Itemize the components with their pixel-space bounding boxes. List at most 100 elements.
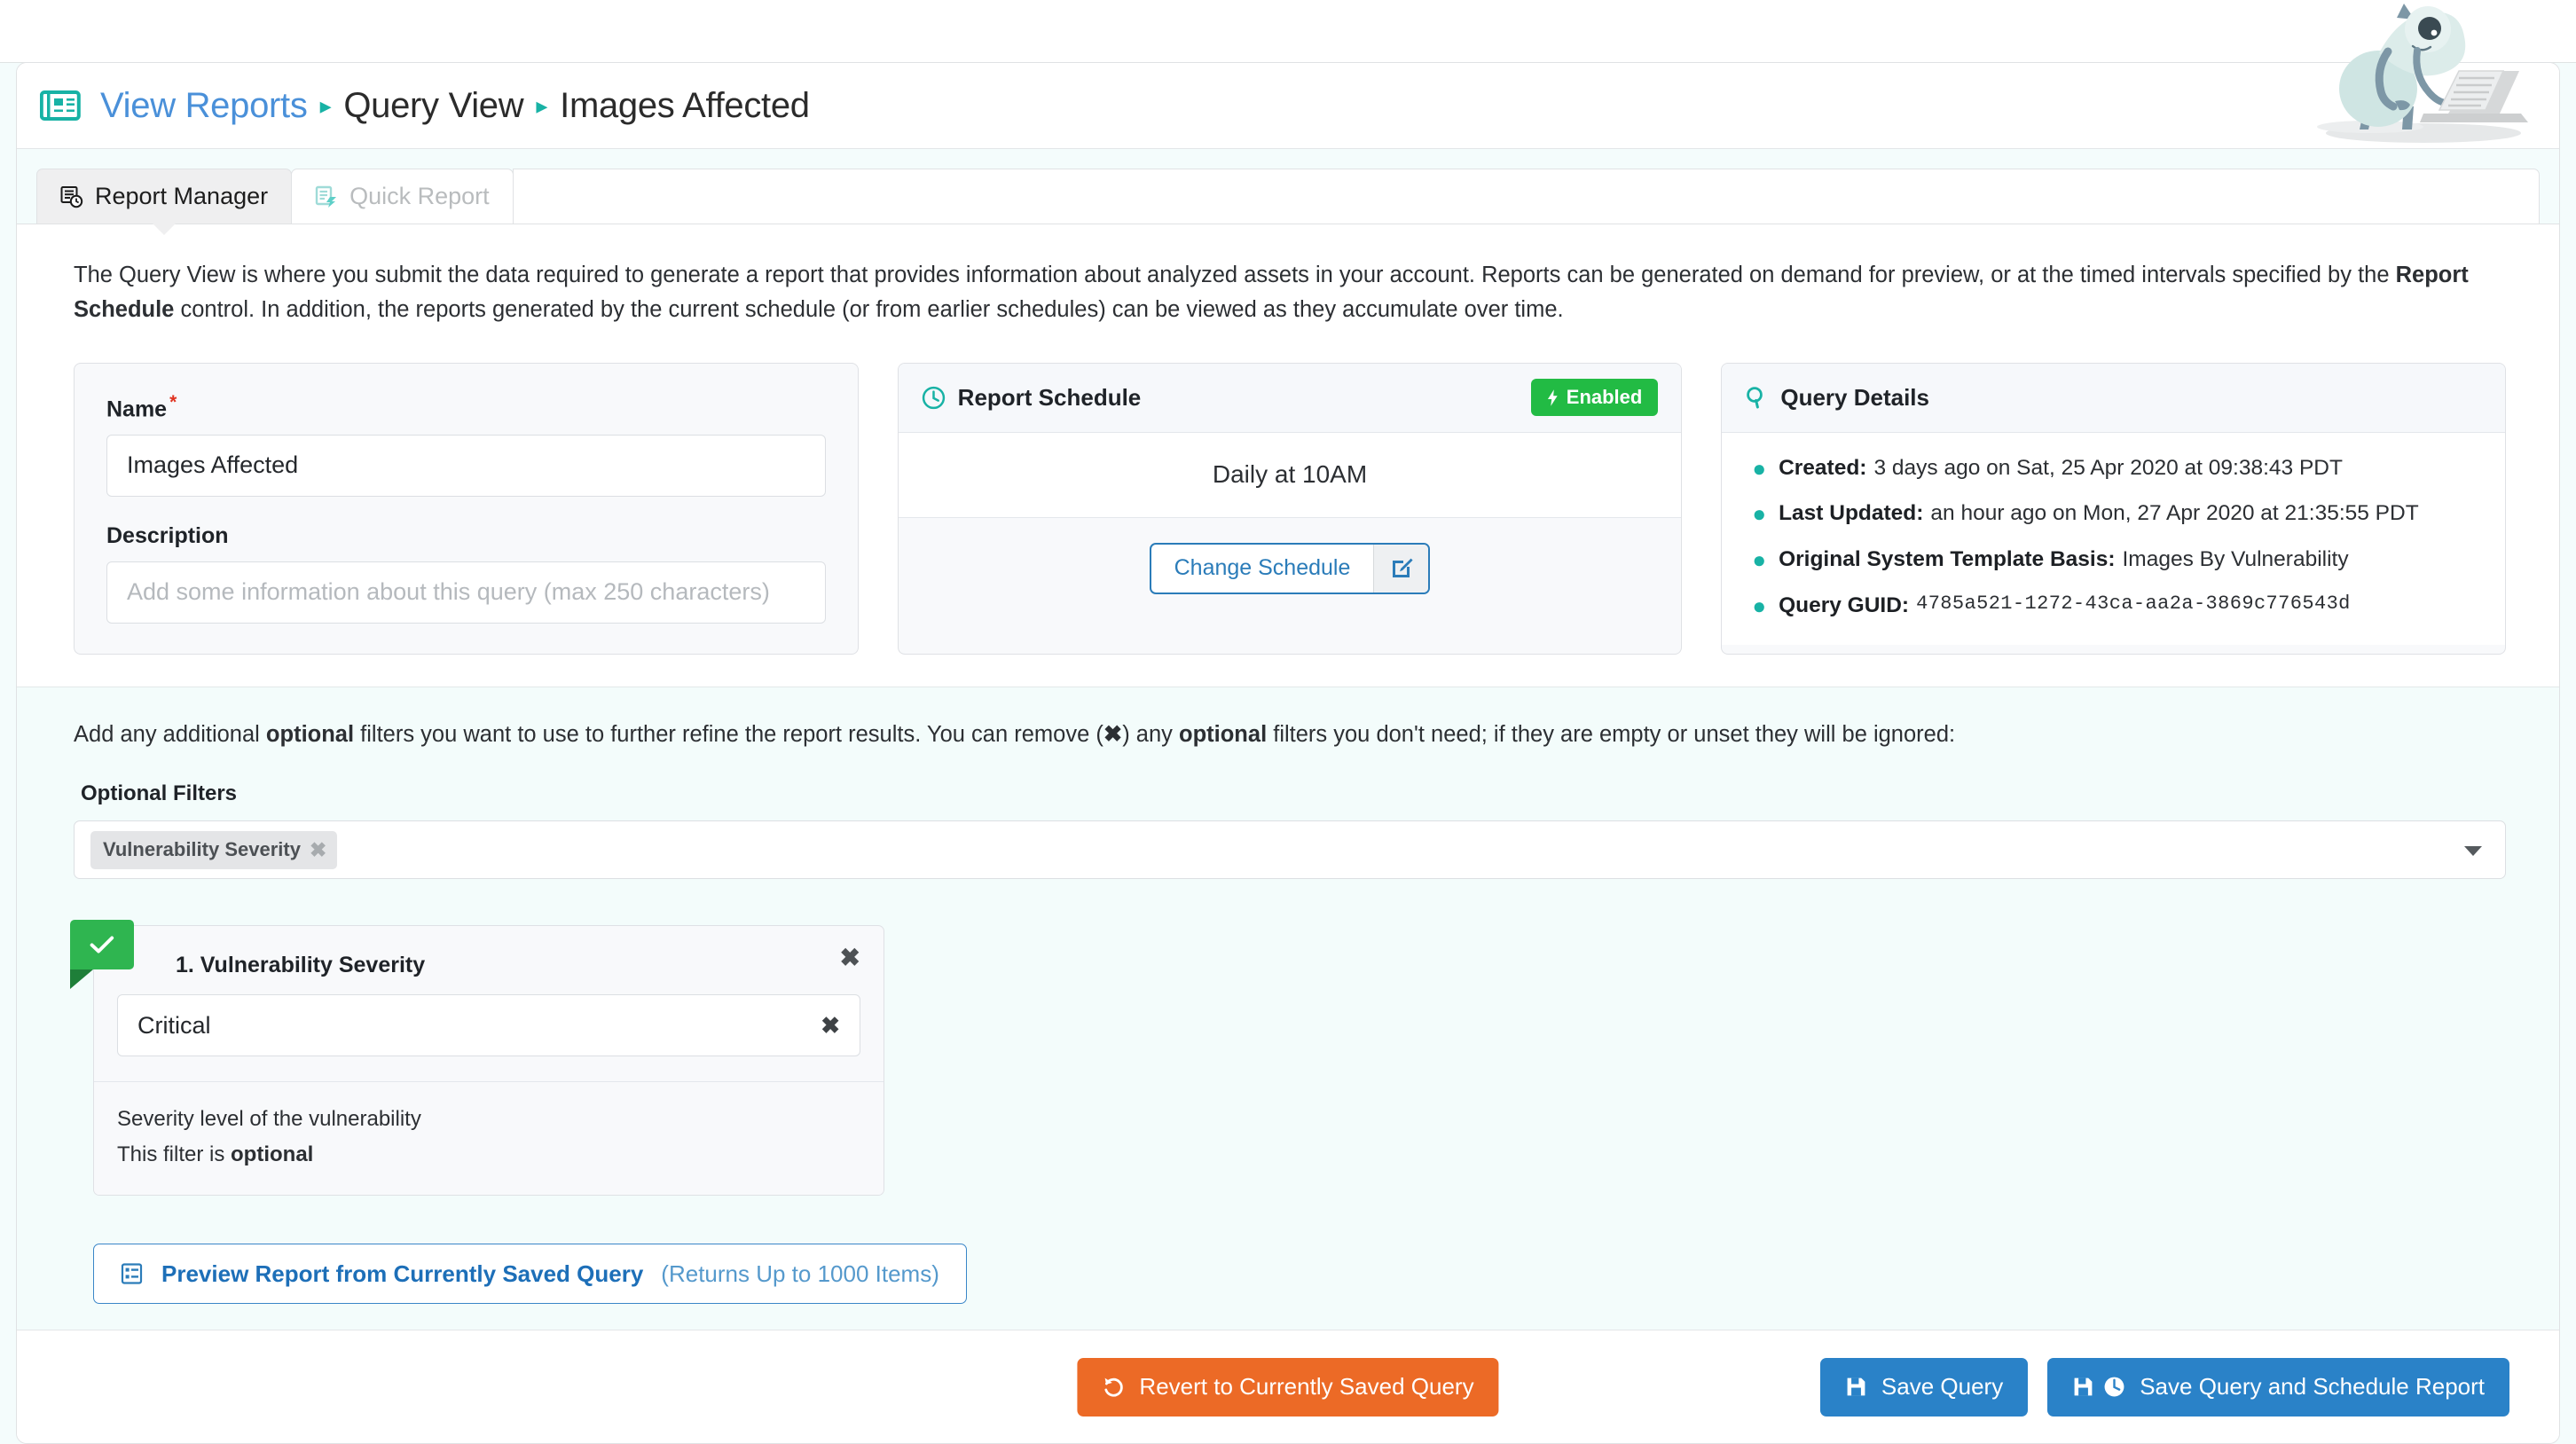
clear-icon[interactable]: ✖ (821, 1012, 840, 1040)
detail-value: Images By Vulnerability (2122, 547, 2349, 572)
optional-filters-section: Add any additional optional filters you … (17, 686, 2559, 1350)
tab-bar: Report Manager Quick Report (17, 149, 2559, 235)
bullet-icon: ● (1752, 454, 1767, 482)
preview-button-wrapper: Preview Report from Currently Saved Quer… (74, 1244, 2506, 1305)
status-badge-label: Enabled (1566, 386, 1643, 408)
bullet-icon: ● (1752, 546, 1767, 574)
filter-optional-word: optional (231, 1142, 314, 1166)
breadcrumb-view-reports[interactable]: View Reports (100, 86, 308, 126)
bullet-icon: ● (1752, 500, 1767, 528)
query-details-list: ● Created: 3 days ago on Sat, 25 Apr 202… (1722, 432, 2506, 645)
filters-intro-2: filters you want to use to further refin… (354, 721, 1103, 747)
detail-key: Created: (1779, 455, 1867, 480)
report-schedule-title: Report Schedule (957, 383, 1142, 411)
undo-icon (1102, 1376, 1125, 1399)
active-tab-caret (153, 224, 177, 235)
status-badge[interactable]: Enabled (1530, 379, 1659, 416)
filters-intro-bold-2: optional (1179, 721, 1268, 747)
report-schedule-card: Report Schedule Enabled Daily at 10AM Ch… (897, 362, 1683, 655)
chevron-down-icon[interactable] (2464, 846, 2482, 857)
edit-pencil-icon[interactable] (1373, 544, 1429, 593)
breadcrumb-query-view[interactable]: Query View (343, 86, 523, 126)
tab-quick-report-label: Quick Report (349, 183, 490, 209)
search-icon (1745, 386, 1768, 409)
cards-row: Name* Description Report Schedule (17, 342, 2559, 687)
detail-item-template-basis: ● Original System Template Basis: Images… (1752, 545, 2478, 574)
detail-value: 3 days ago on Sat, 25 Apr 2020 at 09:38:… (1873, 455, 2343, 480)
save-icon (1845, 1376, 1867, 1398)
breadcrumb-separator-2: ▸ (536, 92, 548, 119)
chip-remove-icon[interactable]: ✖ (310, 838, 326, 862)
filter-card-vulnerability-severity: 1. Vulnerability Severity ✖ Critical ✖ S… (93, 925, 884, 1197)
name-card: Name* Description (74, 362, 859, 655)
query-details-card: Query Details ● Created: 3 days ago on S… (1721, 362, 2507, 655)
description-input[interactable] (106, 561, 826, 624)
breadcrumb-bar: View Reports ▸ Query View ▸ Images Affec… (17, 63, 2559, 149)
intro-text-1: The Query View is where you submit the d… (74, 263, 2396, 287)
filters-remove-x-icon: ✖ (1103, 721, 1123, 747)
detail-item-created: ● Created: 3 days ago on Sat, 25 Apr 202… (1752, 454, 2478, 483)
name-label: Name * (106, 392, 826, 422)
breadcrumb-current: Images Affected (560, 85, 810, 125)
filter-card-title: 1. Vulnerability Severity (176, 953, 426, 978)
filter-status-ribbon (70, 920, 134, 990)
clock-icon (2103, 1376, 2125, 1398)
detail-key: Last Updated: (1779, 501, 1924, 526)
schedule-value: Daily at 10AM (898, 432, 1682, 518)
filters-intro-3: ) any (1122, 721, 1179, 747)
filter-card-wrapper: 1. Vulnerability Severity ✖ Critical ✖ S… (70, 920, 884, 1197)
close-icon[interactable]: ✖ (840, 946, 860, 970)
preview-report-soft-label: (Returns Up to 1000 Items) (661, 1260, 939, 1287)
change-schedule-button[interactable]: Change Schedule (1149, 542, 1431, 594)
tab-report-manager[interactable]: Report Manager (36, 169, 293, 235)
name-label-text: Name (106, 396, 168, 421)
filter-optional-note: This filter is optional (117, 1137, 860, 1173)
breadcrumb-separator-1: ▸ (319, 92, 332, 119)
optional-filters-label: Optional Filters (81, 781, 238, 806)
save-query-and-schedule-button[interactable]: Save Query and Schedule Report (2047, 1357, 2509, 1417)
save-query-label: Save Query (1881, 1373, 2004, 1400)
filter-value-label: Critical (137, 1011, 211, 1039)
filter-card-input-row: Critical ✖ (94, 978, 884, 1081)
query-details-title: Query Details (1780, 383, 1929, 411)
optional-filters-intro: Add any additional optional filters you … (74, 718, 2506, 751)
report-schedule-header: Report Schedule Enabled (898, 363, 1682, 433)
intro-text-2: control. In addition, the reports genera… (174, 296, 1564, 322)
detail-key: Original System Template Basis: (1779, 547, 2116, 572)
footer-right-buttons: Save Query Save Query and Schedule Repor… (1819, 1357, 2509, 1417)
intro-paragraph: The Query View is where you submit the d… (17, 224, 2559, 343)
filters-intro-4: filters you don't need; if they are empt… (1267, 721, 1956, 747)
preview-report-button[interactable]: Preview Report from Currently Saved Quer… (93, 1244, 967, 1305)
filter-chip-label: Vulnerability Severity (103, 838, 301, 861)
tab-filler (512, 169, 2540, 224)
detail-value: 4785a521-1272-43ca-aa2a-3869c776543d (1916, 593, 2351, 616)
breadcrumb: View Reports ▸ Query View ▸ Images Affec… (100, 86, 810, 126)
filter-optional-prefix: This filter is (117, 1142, 232, 1166)
name-input[interactable] (106, 434, 826, 497)
detail-item-query-guid: ● Query GUID: 4785a521-1272-43ca-aa2a-38… (1752, 592, 2478, 620)
save-query-and-schedule-label: Save Query and Schedule Report (2140, 1373, 2485, 1400)
check-icon (90, 935, 114, 954)
clock-icon (922, 386, 946, 410)
save-icon (2072, 1376, 2094, 1398)
detail-key: Query GUID: (1779, 593, 1910, 618)
save-query-button[interactable]: Save Query (1819, 1357, 2029, 1417)
change-schedule-label: Change Schedule (1174, 555, 1351, 580)
filter-card-help: Severity level of the vulnerability This… (94, 1081, 884, 1196)
preview-report-strong-label: Preview Report from Currently Saved Quer… (161, 1260, 644, 1287)
filter-value-select[interactable]: Critical ✖ (117, 994, 860, 1057)
filter-chip-vulnerability-severity[interactable]: Vulnerability Severity ✖ (90, 830, 338, 869)
description-label: Description (106, 522, 229, 548)
footer-action-bar: Revert to Currently Saved Query Save Que… (17, 1330, 2559, 1443)
required-asterisk: * (169, 391, 177, 412)
newspaper-icon (40, 89, 81, 122)
tab-quick-report[interactable]: Quick Report (291, 169, 514, 224)
optional-filters-select[interactable]: Vulnerability Severity ✖ (74, 820, 2506, 880)
revert-button[interactable]: Revert to Currently Saved Query (1077, 1357, 1499, 1417)
filter-help-text: Severity level of the vulnerability (117, 1107, 421, 1132)
tab-report-manager-label: Report Manager (95, 183, 269, 209)
bolt-icon (1547, 388, 1559, 406)
revert-button-label: Revert to Currently Saved Query (1139, 1373, 1474, 1400)
query-details-header: Query Details (1722, 363, 2506, 433)
filters-intro-bold-1: optional (265, 721, 355, 747)
